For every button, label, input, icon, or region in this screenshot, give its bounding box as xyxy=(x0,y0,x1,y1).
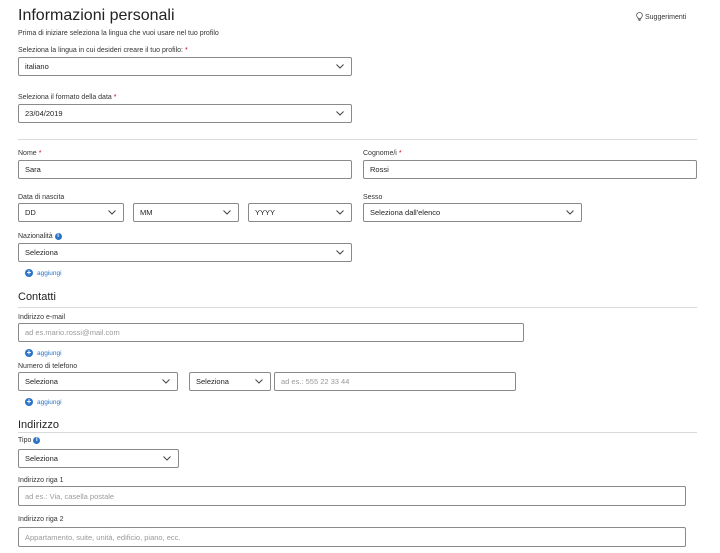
section-divider xyxy=(18,307,697,308)
chevron-down-icon xyxy=(336,249,344,255)
phone-prefix-select[interactable]: Seleziona xyxy=(189,372,271,391)
birth-month-select[interactable]: MM xyxy=(133,203,239,222)
lightbulb-icon xyxy=(636,12,643,21)
add-label: aggiungi xyxy=(37,349,62,357)
chevron-down-icon xyxy=(336,63,344,69)
date-format-label: Seleziona il formato della data * xyxy=(18,94,117,101)
phone-type-select[interactable]: Seleziona xyxy=(18,372,178,391)
chevron-down-icon xyxy=(223,209,231,215)
chevron-down-icon xyxy=(336,110,344,116)
chevron-down-icon xyxy=(336,209,344,215)
email-input[interactable]: ad es.mario.rossi@mail.com xyxy=(18,323,524,342)
chevron-down-icon xyxy=(566,209,574,215)
gender-label: Sesso xyxy=(363,194,383,201)
name-label: Nome * xyxy=(18,150,42,157)
info-icon[interactable]: i xyxy=(54,233,62,240)
address-type-label: Tipo i xyxy=(18,437,41,444)
birth-date-label: Data di nascita xyxy=(18,194,65,201)
chevron-down-icon xyxy=(255,378,263,384)
birth-day-value: DD xyxy=(25,208,36,217)
phone-placeholder: ad es.: 555 22 33 44 xyxy=(281,377,350,386)
birth-day-select[interactable]: DD xyxy=(18,203,124,222)
intro-text: Prima di iniziare seleziona la lingua ch… xyxy=(18,30,219,37)
add-label: aggiungi xyxy=(37,269,62,277)
surname-value: Rossi xyxy=(370,165,389,174)
date-format-value: 23/04/2019 xyxy=(25,109,63,118)
contacts-title: Contatti xyxy=(18,291,56,303)
language-select[interactable]: italiano xyxy=(18,57,352,76)
nationality-value: Seleziona xyxy=(25,248,58,257)
phone-prefix-value: Seleziona xyxy=(196,377,229,386)
tips-label: Suggerimenti xyxy=(645,13,687,21)
address-line2-input[interactable]: Appartamento, suite, unità, edificio, pi… xyxy=(18,527,686,547)
birth-month-value: MM xyxy=(140,208,153,217)
language-label: Seleziona la lingua in cui desideri crea… xyxy=(18,47,188,54)
plus-icon: + xyxy=(25,268,33,277)
add-phone-button[interactable]: + aggiungi xyxy=(25,398,62,406)
address-type-value: Seleziona xyxy=(25,454,58,463)
surname-input[interactable]: Rossi xyxy=(363,160,697,179)
chevron-down-icon xyxy=(108,209,116,215)
phone-number-input[interactable]: ad es.: 555 22 33 44 xyxy=(274,372,516,391)
phone-label: Numero di telefono xyxy=(18,363,78,370)
plus-icon: + xyxy=(25,397,33,406)
add-email-button[interactable]: + aggiungi xyxy=(25,349,62,357)
birth-year-value: YYYY xyxy=(255,208,276,217)
nationality-label: Nazionalità i xyxy=(18,233,62,240)
tips-link[interactable]: Suggerimenti xyxy=(636,12,686,22)
gender-select[interactable]: Seleziona dall'elenco xyxy=(363,203,582,222)
nationality-select[interactable]: Seleziona xyxy=(18,243,352,262)
gender-value: Seleziona dall'elenco xyxy=(370,208,441,217)
address-title: Indirizzo xyxy=(18,419,59,431)
address-line2-placeholder: Appartamento, suite, unità, edificio, pi… xyxy=(25,532,181,542)
section-divider xyxy=(18,432,697,433)
language-value: italiano xyxy=(25,62,49,71)
address-line1-placeholder: ad es.: Via, casella postale xyxy=(25,491,115,501)
add-label: aggiungi xyxy=(37,398,62,406)
address-line2-label: Indirizzo riga 2 xyxy=(18,516,64,523)
email-placeholder: ad es.mario.rossi@mail.com xyxy=(25,328,120,337)
birth-year-select[interactable]: YYYY xyxy=(248,203,352,222)
name-value: Sara xyxy=(25,165,41,174)
address-line1-label: Indirizzo riga 1 xyxy=(18,477,64,484)
surname-label: Cognome/i * xyxy=(363,150,402,157)
phone-type-value: Seleziona xyxy=(25,377,58,386)
date-format-select[interactable]: 23/04/2019 xyxy=(18,104,352,123)
chevron-down-icon xyxy=(163,455,171,461)
address-line1-input[interactable]: ad es.: Via, casella postale xyxy=(18,486,686,506)
chevron-down-icon xyxy=(162,378,170,384)
email-label: Indirizzo e-mail xyxy=(18,314,66,321)
section-divider xyxy=(18,139,697,140)
info-icon[interactable]: i xyxy=(33,437,41,444)
page-title: Informazioni personali xyxy=(18,7,175,24)
add-nationality-button[interactable]: + aggiungi xyxy=(25,269,62,277)
plus-icon: + xyxy=(25,348,33,357)
address-type-select[interactable]: Seleziona xyxy=(18,449,179,468)
name-input[interactable]: Sara xyxy=(18,160,352,179)
